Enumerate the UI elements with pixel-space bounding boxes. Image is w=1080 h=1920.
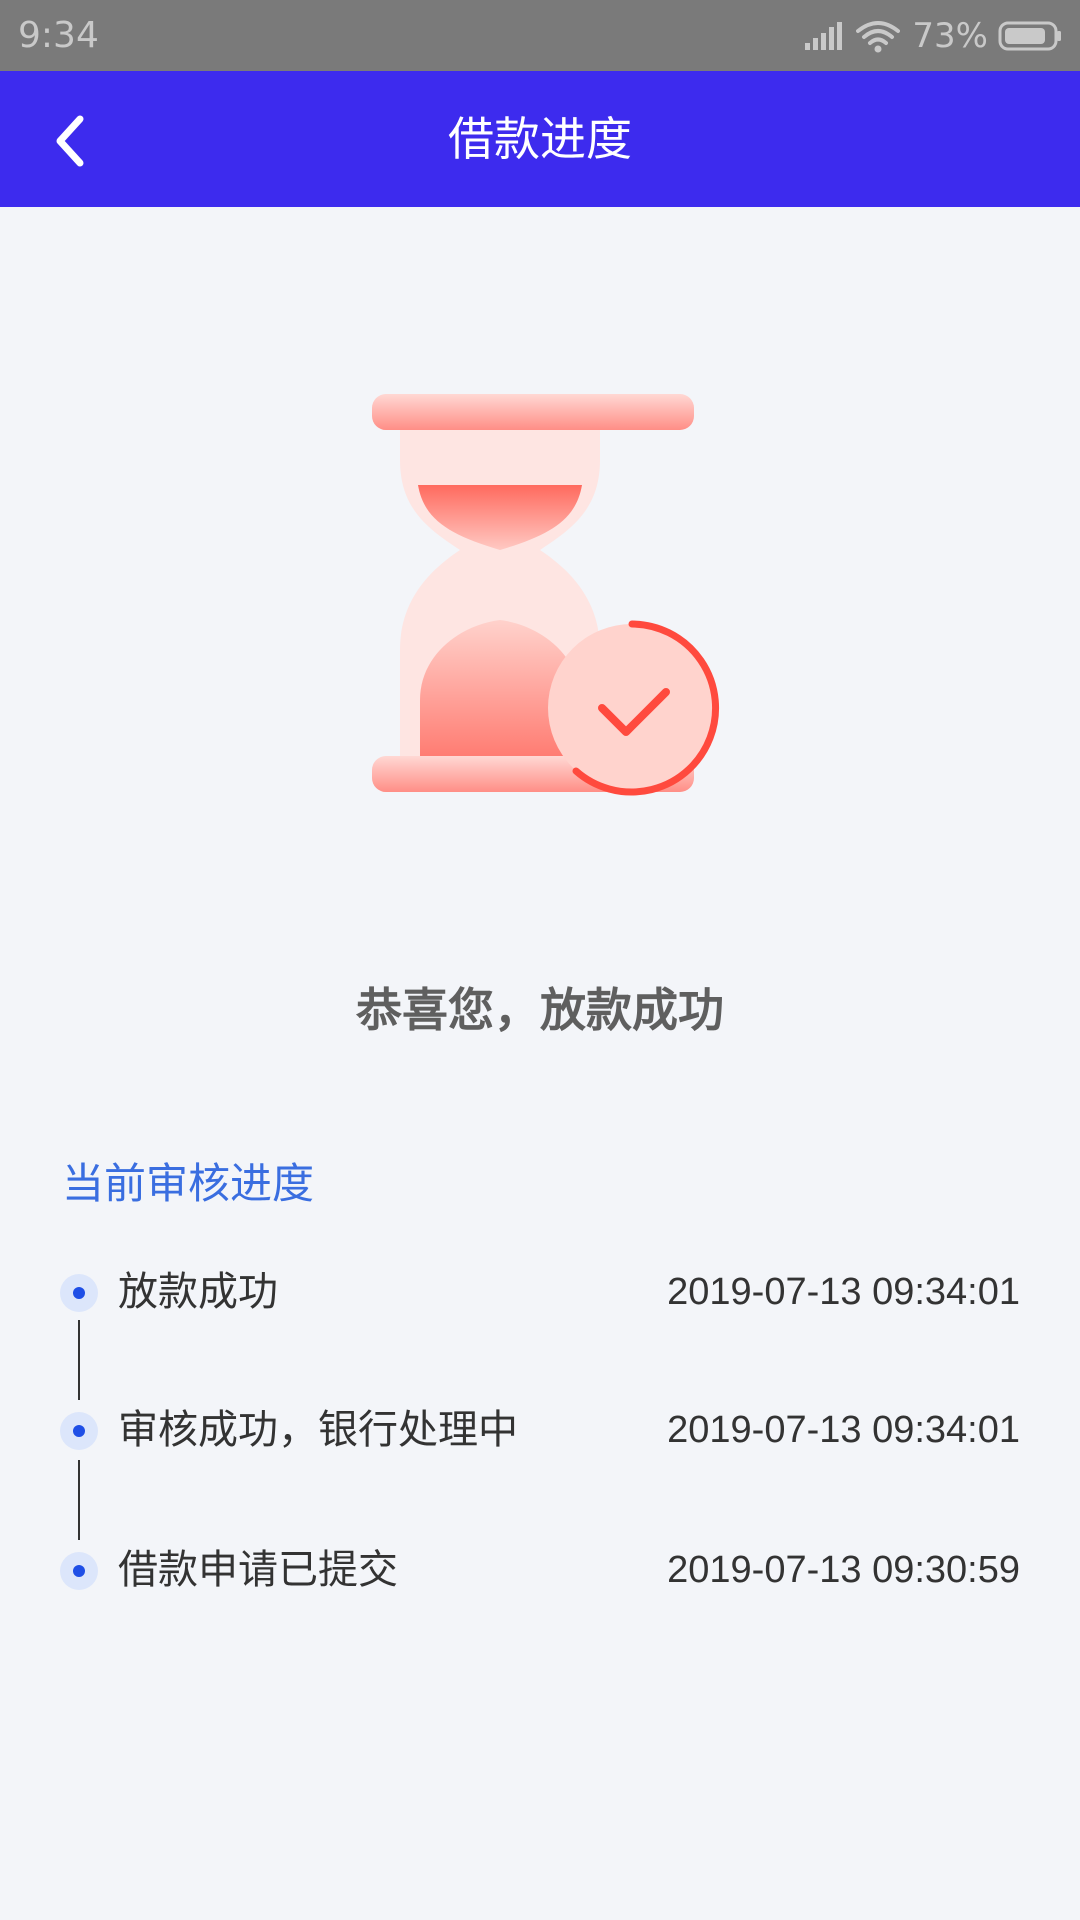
progress-timeline: 放款成功 2019-07-13 09:34:01 审核成功，银行处理中 2019… [0, 0, 1080, 1920]
step-label: 放款成功 [118, 1269, 278, 1315]
battery-icon [998, 21, 1061, 51]
nav-bar: 借款进度 [0, 71, 1080, 207]
progress-section-title: 当前审核进度 [62, 1159, 315, 1208]
step-time: 2019-07-13 09:34:01 [667, 1271, 1020, 1313]
step-label: 审核成功，银行处理中 [118, 1407, 518, 1453]
success-message: 恭喜您，放款成功 [356, 983, 724, 1037]
page-title: 借款进度 [448, 112, 632, 166]
signal-icon [805, 22, 843, 50]
status-bar: 9:34 73% [0, 0, 1080, 71]
timeline-dot [60, 1552, 98, 1590]
timeline-connector [78, 1460, 80, 1540]
status-time: 9:34 [18, 15, 99, 56]
timeline-dot [60, 1274, 98, 1312]
timeline-dot [60, 1412, 98, 1450]
hero-illustration [340, 370, 740, 830]
battery-percentage: 73% [912, 16, 988, 56]
timeline-connector [78, 1320, 80, 1400]
status-icons: 73% [804, 14, 1062, 58]
hourglass-check-icon [372, 394, 719, 796]
step-label: 借款申请已提交 [118, 1547, 398, 1593]
step-time: 2019-07-13 09:34:01 [667, 1409, 1020, 1451]
step-time: 2019-07-13 09:30:59 [667, 1549, 1020, 1591]
wifi-icon [856, 21, 901, 53]
